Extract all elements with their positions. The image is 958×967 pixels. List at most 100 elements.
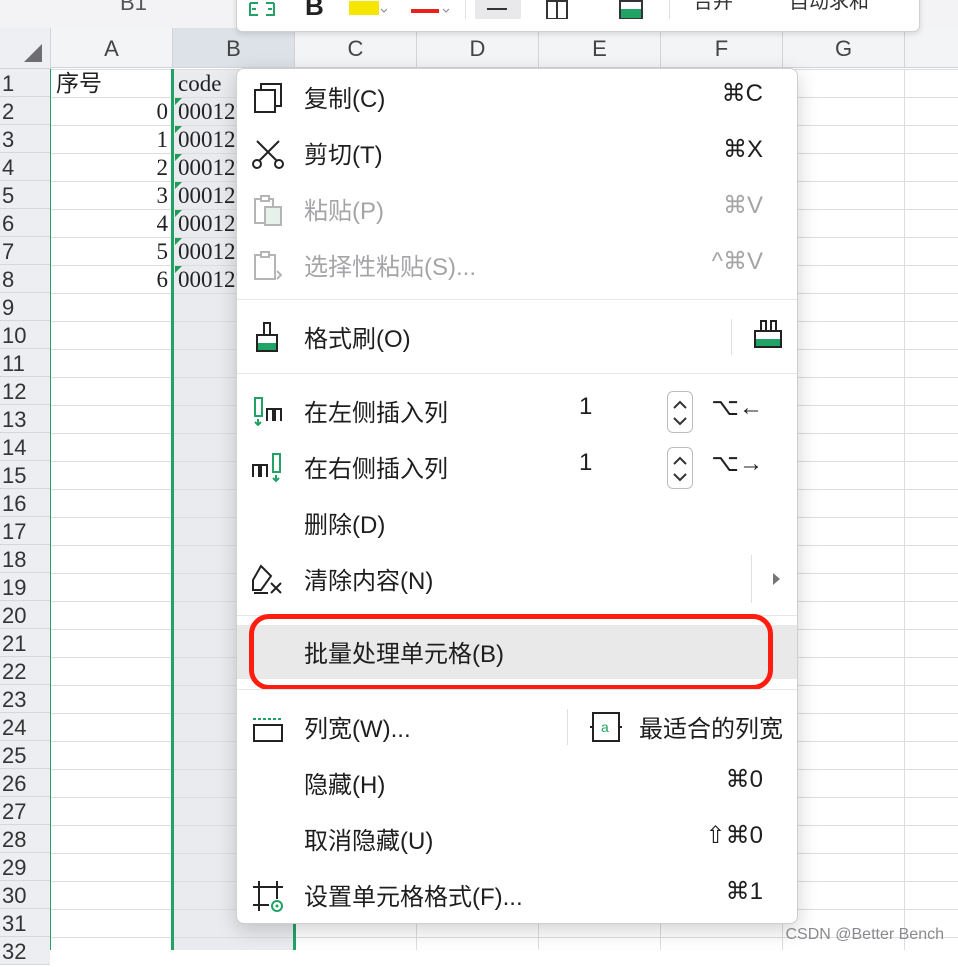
shortcut-label: ^⌘V [711, 248, 763, 275]
shortcut-label: ⌥← [711, 394, 763, 421]
insert-count-input[interactable]: 1 [579, 449, 592, 477]
row-header[interactable]: 9 [0, 293, 50, 321]
row-header[interactable]: 23 [0, 685, 50, 713]
border-icon[interactable] [543, 0, 583, 19]
row-header[interactable]: 25 [0, 741, 50, 769]
menu-item-format-painter[interactable]: 格式刷(O) [237, 309, 797, 365]
column-header-b[interactable]: B [173, 28, 295, 68]
menu-item-paste[interactable]: 粘贴(P) ⌘V [237, 181, 797, 237]
text-number-indicator-icon [175, 238, 182, 245]
submenu-arrow-icon[interactable] [773, 573, 780, 585]
menu-item-delete[interactable]: 删除(D) [237, 495, 797, 551]
row-header[interactable]: 2 [0, 97, 50, 125]
best-fit-column-width[interactable]: 最适合的列宽 [639, 709, 783, 744]
cell-a7[interactable]: 5 [52, 237, 169, 265]
font-color-icon[interactable] [409, 0, 449, 19]
row-header[interactable]: 20 [0, 601, 50, 629]
column-header-g[interactable]: G [783, 28, 905, 68]
insert-column-right-icon [252, 453, 281, 483]
row-header[interactable]: 4 [0, 153, 50, 181]
menu-item-insert-left[interactable]: 在左侧插入列 1 ⌥← [237, 383, 797, 439]
svg-text:a: a [601, 719, 609, 735]
column-header-h[interactable] [905, 28, 958, 68]
text-number-indicator-icon [175, 154, 182, 161]
annotation-highlight-box [249, 614, 773, 690]
cell-a6[interactable]: 4 [52, 209, 169, 237]
menu-item-clear[interactable]: 清除内容(N) [237, 551, 797, 607]
format-painter-lock-icon[interactable] [751, 319, 787, 355]
column-header-c[interactable]: C [295, 28, 417, 68]
column-header-f[interactable]: F [661, 28, 783, 68]
cell-a3[interactable]: 1 [52, 125, 169, 153]
cell-a8[interactable]: 6 [52, 265, 169, 293]
row-header[interactable]: 12 [0, 377, 50, 405]
row-header[interactable]: 16 [0, 489, 50, 517]
row-header[interactable]: 14 [0, 433, 50, 461]
row-header[interactable]: 21 [0, 629, 50, 657]
row-header[interactable]: 1 [0, 69, 50, 97]
merge-icon[interactable] [247, 0, 277, 19]
row-header[interactable]: 22 [0, 657, 50, 685]
menu-item-insert-right[interactable]: 在右侧插入列 1 ⌥→ [237, 439, 797, 495]
row-header[interactable]: 10 [0, 321, 50, 349]
menu-label: 设置单元格格式(F)... [304, 884, 523, 911]
column-header-a[interactable]: A [51, 28, 173, 68]
row-header[interactable]: 19 [0, 573, 50, 601]
autosum-button[interactable]: 自动求和 [789, 0, 869, 14]
menu-item-unhide[interactable]: 取消隐藏(U) ⇧⌘0 [237, 811, 797, 867]
select-all-corner[interactable] [0, 28, 51, 69]
row-header[interactable]: 26 [0, 769, 50, 797]
text-number-indicator-icon [175, 182, 182, 189]
row-header[interactable]: 24 [0, 713, 50, 741]
menu-item-paste-special[interactable]: 选择性粘贴(S)... ^⌘V [237, 237, 797, 293]
menu-item-hide[interactable]: 隐藏(H) ⌘0 [237, 755, 797, 811]
merge-button[interactable]: 合并 [693, 0, 733, 14]
best-fit-icon[interactable]: a [589, 710, 623, 744]
menu-label: 复制(C) [304, 86, 386, 113]
row-header[interactable]: 31 [0, 909, 50, 937]
cell-a4[interactable]: 2 [52, 153, 169, 181]
cell-a5[interactable]: 3 [52, 181, 169, 209]
row-header[interactable]: 29 [0, 853, 50, 881]
column-header-e[interactable]: E [539, 28, 661, 68]
row-header[interactable]: 18 [0, 545, 50, 573]
row-header[interactable]: 6 [0, 209, 50, 237]
row-header[interactable]: 17 [0, 517, 50, 545]
row-header[interactable]: 32 [0, 937, 50, 965]
menu-item-copy[interactable]: 复制(C) ⌘C [237, 69, 797, 125]
count-stepper[interactable] [667, 447, 693, 489]
row-header[interactable]: 8 [0, 265, 50, 293]
shortcut-label: ⌘0 [725, 766, 763, 793]
cell-a1[interactable]: 序号 [56, 69, 168, 97]
bold-icon[interactable]: B [299, 0, 329, 19]
row-header[interactable]: 15 [0, 461, 50, 489]
row-header[interactable]: 5 [0, 181, 50, 209]
insert-count-input[interactable]: 1 [579, 393, 592, 421]
shortcut-label: ⌘1 [725, 878, 763, 905]
shortcut-label: ⌘C [721, 80, 763, 107]
column-header-d[interactable]: D [417, 28, 539, 68]
count-stepper[interactable] [667, 391, 693, 433]
fill-icon[interactable] [617, 0, 647, 19]
menu-label: 删除(D) [304, 512, 386, 539]
selection-border-mid [171, 69, 174, 950]
menu-label: 在左侧插入列 [304, 400, 448, 427]
menu-label: 粘贴(P) [304, 198, 384, 225]
row-header[interactable]: 27 [0, 797, 50, 825]
menu-item-cut[interactable]: 剪切(T) ⌘X [237, 125, 797, 181]
row-header[interactable]: 11 [0, 349, 50, 377]
row-header[interactable]: 13 [0, 405, 50, 433]
row-header[interactable]: 7 [0, 237, 50, 265]
menu-item-column-width[interactable]: 列宽(W)... a 最适合的列宽 [237, 699, 797, 755]
cell-a2[interactable]: 0 [52, 97, 169, 125]
row-header[interactable]: 3 [0, 125, 50, 153]
cell-name-box[interactable]: B1 [120, 0, 147, 16]
align-icon[interactable] [475, 0, 531, 19]
row-header[interactable]: 28 [0, 825, 50, 853]
menu-separator [237, 689, 797, 690]
context-menu: 复制(C) ⌘C 剪切(T) ⌘X 粘贴(P) ⌘V 选择性粘贴(S)... ^… [236, 68, 798, 924]
text-number-indicator-icon [175, 126, 182, 133]
highlight-icon[interactable] [347, 0, 387, 19]
row-header[interactable]: 30 [0, 881, 50, 909]
menu-item-format-cells[interactable]: 设置单元格格式(F)... ⌘1 [237, 867, 797, 923]
